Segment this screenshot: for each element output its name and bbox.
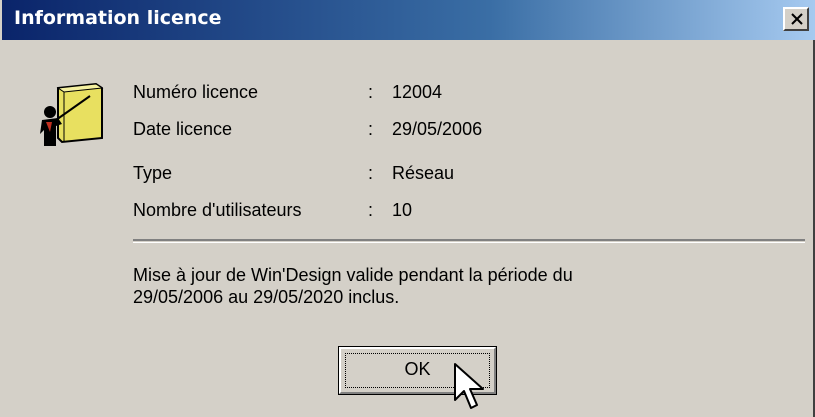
user-count-label: Nombre d'utilisateurs bbox=[133, 200, 302, 220]
license-number-label: Numéro licence bbox=[133, 82, 259, 102]
license-number-colon: : bbox=[368, 82, 374, 102]
close-button[interactable] bbox=[783, 7, 809, 31]
close-icon bbox=[791, 13, 803, 25]
title-bar: Information licence bbox=[2, 0, 815, 40]
license-type-label: Type bbox=[133, 163, 173, 183]
dialog-title: Information licence bbox=[14, 7, 222, 29]
license-date-value: 29/05/2006 bbox=[392, 119, 483, 139]
update-validity-message: Mise à jour de Win'Design valide pendant… bbox=[133, 264, 573, 308]
message-line-2: 29/05/2006 au 29/05/2020 inclus. bbox=[133, 287, 400, 307]
user-count-colon: : bbox=[368, 200, 374, 220]
license-number-value: 12004 bbox=[392, 82, 443, 102]
separator-line bbox=[133, 239, 805, 243]
presenter-board-icon bbox=[40, 82, 104, 146]
mouse-pointer-icon bbox=[454, 363, 484, 409]
license-info-dialog: Information licence Numéro licence : 120… bbox=[0, 0, 815, 417]
license-date-label: Date licence bbox=[133, 119, 233, 139]
license-type-value: Réseau bbox=[392, 163, 455, 183]
license-type-colon: : bbox=[368, 163, 374, 183]
user-count-value: 10 bbox=[392, 200, 413, 220]
license-date-colon: : bbox=[368, 119, 374, 139]
message-line-1: Mise à jour de Win'Design valide pendant… bbox=[133, 265, 573, 285]
